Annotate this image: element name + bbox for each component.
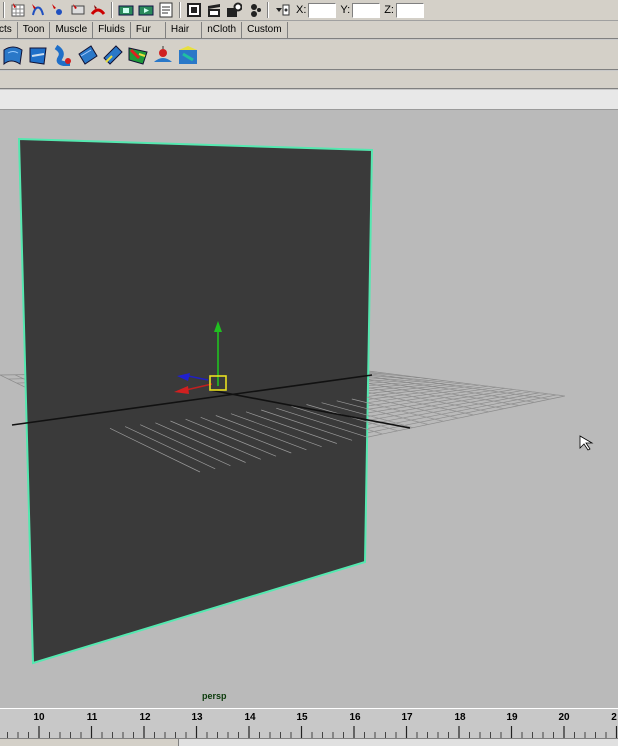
tab-ncloth[interactable]: nCloth <box>202 22 243 38</box>
perspective-viewport[interactable]: persp <box>0 110 618 708</box>
selected-plane[interactable] <box>17 137 374 665</box>
input-list-icon[interactable] <box>118 2 134 18</box>
tab-hair[interactable]: Hair <box>166 22 203 38</box>
tab-fur[interactable]: Fur <box>131 22 166 38</box>
shelf <box>0 40 618 70</box>
range-slider-handle[interactable] <box>178 739 618 746</box>
toolbar-separator <box>3 2 5 18</box>
input-mode-icon[interactable] <box>274 2 290 18</box>
magnet-point-icon[interactable] <box>50 2 66 18</box>
frame-label: 13 <box>191 712 203 723</box>
history-icon[interactable] <box>158 2 174 18</box>
magnet-curve-icon[interactable] <box>30 2 46 18</box>
toolbar-separator <box>179 2 181 18</box>
toolbar-separator <box>111 2 113 18</box>
frame-label: 15 <box>296 712 308 723</box>
tool-options-strip <box>0 71 618 89</box>
status-line-toolbar: X: Y: Z: <box>0 0 618 21</box>
y-label: Y: <box>340 4 351 16</box>
tab-custom[interactable]: Custom <box>242 22 288 38</box>
z-field[interactable] <box>395 2 424 18</box>
range-slider[interactable] <box>0 738 618 746</box>
ncloth-field-icon[interactable] <box>151 42 175 67</box>
ncloth-paint-icon[interactable] <box>126 42 150 67</box>
time-slider[interactable]: 10 11 12 13 14 15 16 17 18 19 20 2 <box>0 708 618 740</box>
panel-menu-bar <box>0 90 618 110</box>
frame-label: 2 <box>611 712 617 723</box>
ncloth-wrap-icon[interactable] <box>76 42 100 67</box>
camera-name-label: persp <box>202 691 227 701</box>
shelf-tab-bar: cts Toon Muscle Fluids Fur Hair nCloth C… <box>0 21 618 39</box>
frame-label: 16 <box>349 712 361 723</box>
frame-label: 19 <box>506 712 518 723</box>
ipr-render-icon[interactable] <box>206 2 222 18</box>
y-field[interactable] <box>352 2 381 18</box>
x-label: X: <box>296 4 307 16</box>
tab-muscle[interactable]: Muscle <box>50 22 94 38</box>
frame-label: 14 <box>244 712 256 723</box>
tab-effects[interactable]: cts <box>0 22 18 38</box>
toolbar-separator <box>267 2 269 18</box>
ncloth-cache-icon[interactable] <box>176 42 200 67</box>
ncloth-passive-icon[interactable] <box>26 42 50 67</box>
tab-toon[interactable]: Toon <box>18 22 51 38</box>
frame-label: 18 <box>454 712 466 723</box>
x-field[interactable] <box>308 2 337 18</box>
z-label: Z: <box>384 4 394 16</box>
ncloth-create-icon[interactable] <box>1 42 25 67</box>
frame-label: 12 <box>139 712 151 723</box>
magnet-view-icon[interactable] <box>70 2 86 18</box>
tab-fluids[interactable]: Fluids <box>93 22 131 38</box>
render-icon[interactable] <box>186 2 202 18</box>
mouse-cursor <box>579 435 594 451</box>
magnet-grid-icon[interactable] <box>10 2 26 18</box>
frame-label: 11 <box>86 712 98 723</box>
hypershade-icon[interactable] <box>246 2 262 18</box>
frame-label: 20 <box>558 712 570 723</box>
frame-label: 17 <box>401 712 413 723</box>
render-settings-icon[interactable] <box>226 2 243 18</box>
frame-label: 10 <box>33 712 45 723</box>
ncloth-tear-icon[interactable] <box>101 42 125 67</box>
viewport-scene <box>0 137 594 665</box>
output-list-icon[interactable] <box>138 2 154 18</box>
timeline-labels: 10 11 12 13 14 15 16 17 18 19 20 2 <box>0 712 618 724</box>
ncloth-constraint-icon[interactable] <box>51 42 75 67</box>
magnet-surface-icon[interactable] <box>90 2 106 18</box>
